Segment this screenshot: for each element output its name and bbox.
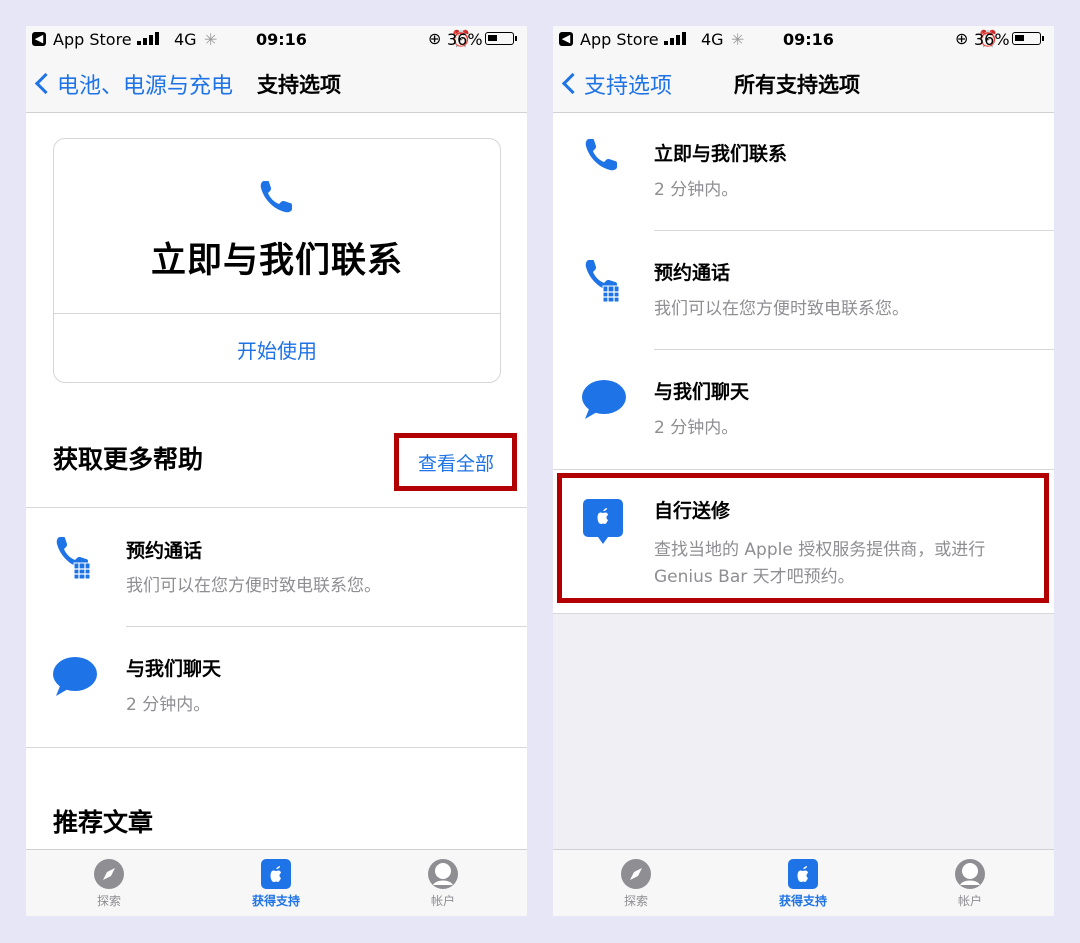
page-title: 支持选项 — [257, 73, 341, 97]
row-subtitle: 我们可以在您方便时致电联系您。 — [126, 576, 381, 596]
network-type: 4G — [174, 30, 197, 49]
divider — [654, 230, 1054, 231]
row-subtitle: 2 分钟内。 — [654, 180, 739, 200]
account-icon — [428, 859, 458, 889]
tab-bar: 探索 获得支持 帐户 — [26, 849, 527, 916]
contact-now-card[interactable]: 立即与我们联系 开始使用 — [53, 138, 501, 383]
highlight-box — [557, 473, 1049, 603]
row-subtitle: 我们可以在您方便时致电联系您。 — [654, 299, 909, 319]
battery-icon — [485, 32, 517, 45]
card-divider — [54, 313, 500, 314]
nav-bar: 电池、电源与充电 支持选项 — [26, 54, 527, 113]
tab-label: 获得支持 — [251, 894, 300, 908]
nav-bar: 支持选项 所有支持选项 — [553, 54, 1054, 113]
row-subtitle: 2 分钟内。 — [126, 695, 211, 715]
chat-bubble-icon — [582, 380, 626, 419]
more-help-heading: 获取更多帮助 — [53, 445, 204, 474]
tab-label: 帐户 — [430, 894, 455, 908]
tab-label: 探索 — [623, 894, 648, 908]
tab-account[interactable]: 帐户 — [930, 858, 1010, 909]
apple-support-icon — [788, 859, 818, 889]
phone-icon — [585, 139, 617, 171]
empty-area — [553, 614, 1054, 850]
left-screen: ◀ App Store 4G ✳ 09:16 ⊕ ⏰ 36% 36% 电池、电源… — [26, 26, 527, 916]
signal-icon — [664, 32, 686, 45]
tab-account[interactable]: 帐户 — [403, 858, 483, 909]
row-subtitle: 2 分钟内。 — [654, 418, 739, 438]
back-button-label: 电池、电源与充电 — [57, 74, 234, 99]
back-button-label: 支持选项 — [584, 74, 673, 99]
status-app-name[interactable]: App Store — [53, 30, 132, 49]
tab-explore[interactable]: 探索 — [596, 858, 676, 909]
tab-label: 帐户 — [957, 894, 982, 908]
main-content: 立即与我们联系 2 分钟内。 预约通话 我们可以在您方便时致电联系您。 与我们聊… — [553, 113, 1054, 850]
scheduled-call-icon — [56, 537, 91, 580]
row-title[interactable]: 与我们聊天 — [654, 377, 749, 404]
scheduled-call-icon — [585, 260, 620, 303]
status-app-name[interactable]: App Store — [580, 30, 659, 49]
main-content: 立即与我们联系 开始使用 获取更多帮助 查看全部 预约通话 我们可以在您方便时致… — [26, 113, 527, 850]
tab-explore[interactable]: 探索 — [69, 858, 149, 909]
row-title[interactable]: 与我们聊天 — [126, 654, 221, 681]
status-time: 09:16 — [256, 30, 307, 49]
network-type: 4G — [701, 30, 724, 49]
back-button[interactable]: 支持选项 — [561, 68, 673, 100]
activity-spinner-icon: ✳ — [204, 30, 218, 49]
row-title[interactable]: 预约通话 — [654, 258, 730, 285]
status-time: 09:16 — [783, 30, 834, 49]
chat-bubble-icon — [53, 657, 97, 696]
status-bar: ◀ App Store 4G ✳ 09:16 ⊕ ⏰ 36% — [553, 26, 1054, 54]
account-icon — [955, 859, 985, 889]
battery-percent-label: 36% — [447, 30, 483, 49]
apple-support-icon — [261, 859, 291, 889]
divider — [654, 349, 1054, 350]
battery-percent-label: 36% — [974, 30, 1010, 49]
divider — [553, 469, 1054, 470]
tab-label: 探索 — [96, 894, 121, 908]
page-title: 所有支持选项 — [734, 73, 860, 97]
highlight-box — [394, 433, 517, 491]
rotation-lock-icon: ⊕ — [955, 29, 969, 48]
compass-icon — [621, 859, 651, 889]
row-title[interactable]: 预约通话 — [126, 536, 202, 563]
chevron-left-icon — [561, 72, 584, 95]
divider — [126, 626, 527, 627]
signal-icon — [137, 32, 159, 45]
contact-card-title: 立即与我们联系 — [150, 241, 403, 281]
battery-icon — [1012, 32, 1044, 45]
section-gap — [26, 747, 527, 778]
right-screen: ◀ App Store 4G ✳ 09:16 ⊕ ⏰ 36% 支持选项 所有支持… — [553, 26, 1054, 916]
divider — [26, 507, 527, 508]
back-button[interactable]: 电池、电源与充电 — [34, 68, 234, 100]
compass-icon — [94, 859, 124, 889]
activity-spinner-icon: ✳ — [731, 30, 745, 49]
back-to-app-icon[interactable]: ◀ — [559, 32, 573, 46]
tab-label: 获得支持 — [778, 894, 827, 908]
chevron-left-icon — [34, 72, 57, 95]
phone-icon — [260, 181, 292, 213]
get-started-button[interactable]: 开始使用 — [54, 335, 500, 364]
tab-bar: 探索 获得支持 帐户 — [553, 849, 1054, 916]
tab-get-support[interactable]: 获得支持 — [236, 858, 316, 909]
status-bar: ◀ App Store 4G ✳ 09:16 ⊕ ⏰ 36% 36% — [26, 26, 527, 54]
recommended-articles-heading: 推荐文章 — [53, 808, 154, 837]
rotation-lock-icon: ⊕ — [428, 29, 442, 48]
back-to-app-icon[interactable]: ◀ — [32, 32, 46, 46]
tab-get-support[interactable]: 获得支持 — [763, 858, 843, 909]
row-title[interactable]: 立即与我们联系 — [654, 139, 787, 166]
